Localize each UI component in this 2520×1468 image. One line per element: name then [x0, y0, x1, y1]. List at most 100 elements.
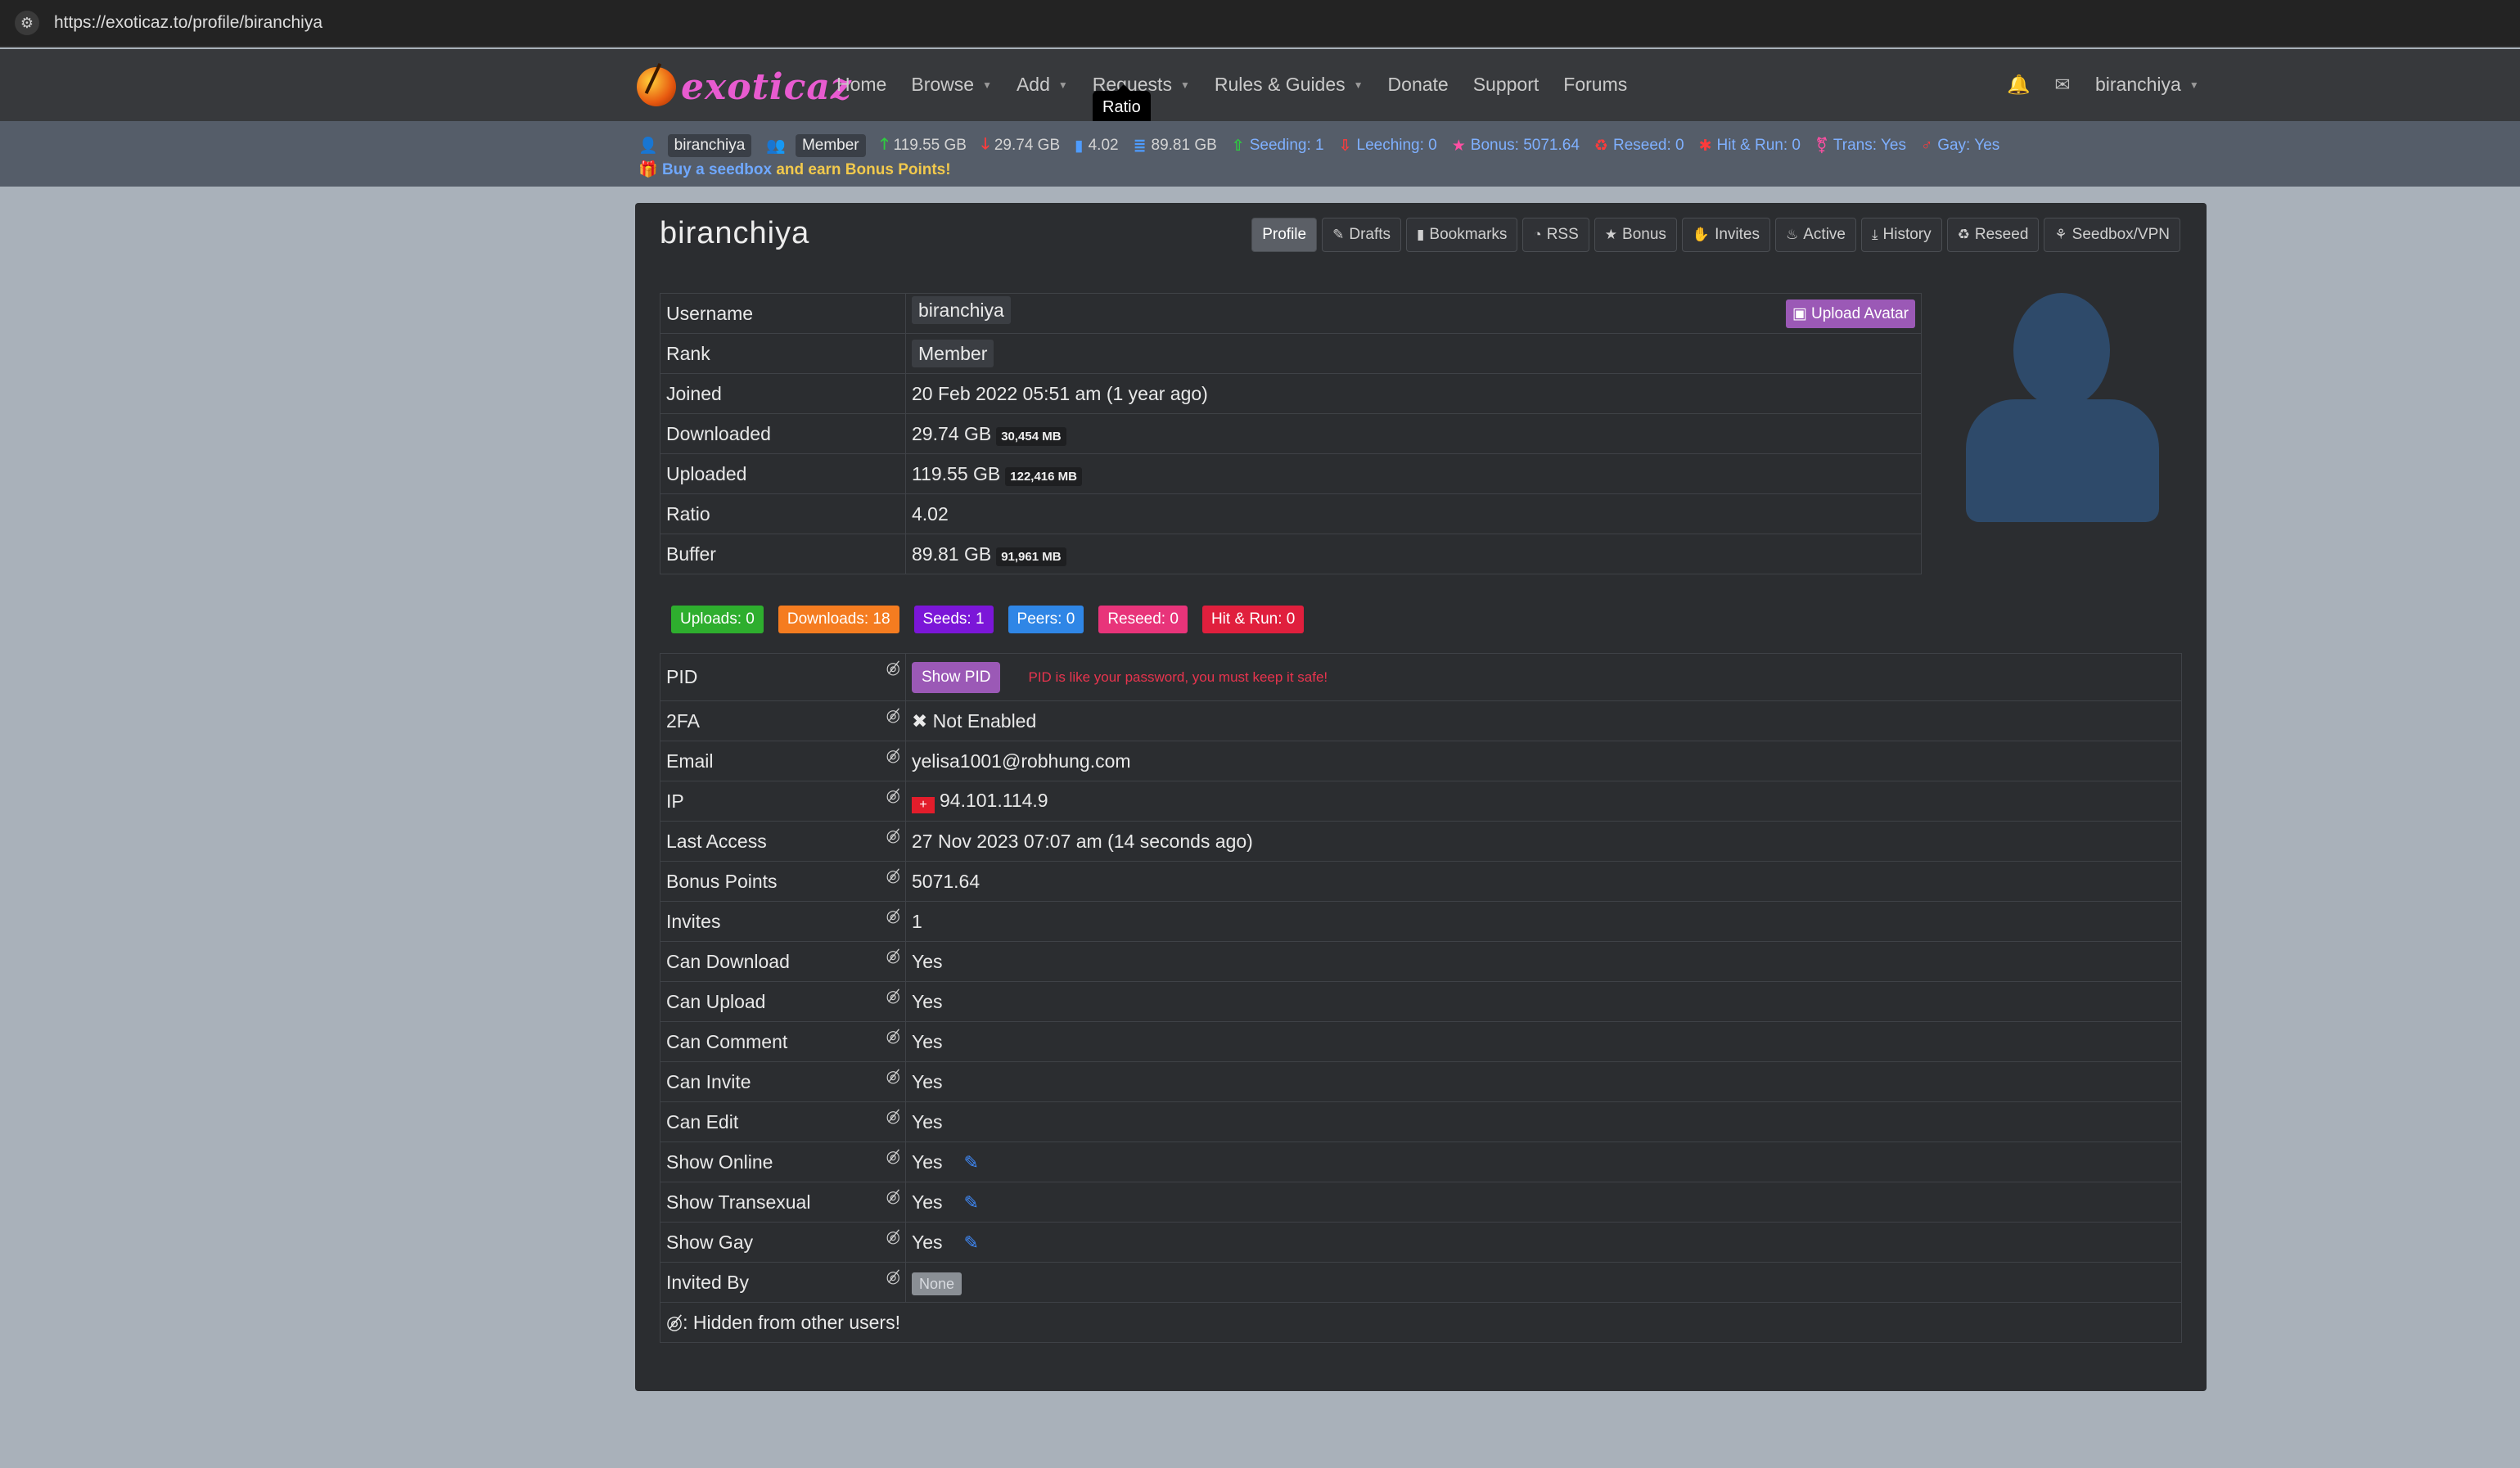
profile-info-table: Username biranchiya ▣ Upload Avatar Rank… [660, 293, 1922, 574]
row-key: Invited By ◎̸ [660, 1262, 906, 1303]
seedbox-link[interactable]: Buy a seedbox [662, 161, 772, 178]
mb-badge: 122,416 MB [1005, 466, 1082, 486]
tab-reseed[interactable]: ♻ Reseed [1946, 218, 2040, 252]
stat-seeding[interactable]: ⇧ Seeding: 1 [1232, 137, 1324, 155]
tab-bookmarks[interactable]: ▮ Bookmarks [1406, 218, 1518, 252]
stat-hitrun[interactable]: ✱ Hit & Run: 0 [1699, 137, 1801, 155]
eye-slash-icon: ◎̸ [886, 1188, 900, 1206]
show-pid-button[interactable]: Show PID [912, 661, 1001, 693]
ratio-tooltip: Ratio [1093, 84, 1151, 124]
table-row: Rank Member [660, 333, 1922, 374]
tab-bonus[interactable]: ★ Bonus [1594, 218, 1677, 252]
nav-home[interactable]: Home [836, 74, 886, 96]
eye-slash-icon: ◎̸ [886, 747, 900, 765]
tab-seedbox-vpn[interactable]: ⚘ Seedbox/VPN [2044, 218, 2180, 252]
nav-browse[interactable]: Browse ▼ [911, 74, 992, 96]
transgender-icon: ⚧ [1814, 137, 1828, 155]
tab-profile[interactable]: Profile [1251, 218, 1318, 252]
edit-icon[interactable]: ✎ [964, 1152, 979, 1173]
nav-support[interactable]: Support [1473, 74, 1539, 96]
chevron-down-icon: ▼ [1353, 79, 1364, 91]
table-row: Buffer 89.81 GB 91,961 MB [660, 534, 1922, 574]
handshake-icon: ✋ [1692, 227, 1711, 242]
nav-username[interactable]: biranchiya [2095, 74, 2181, 96]
nav-donate[interactable]: Donate [1388, 74, 1449, 96]
site-logo[interactable]: exoticaz [637, 65, 852, 108]
row-value: 119.55 GB 122,416 MB [905, 453, 1922, 494]
eye-slash-icon: ◎̸ [886, 787, 900, 805]
stat-leeching[interactable]: ⇩ Leeching: 0 [1339, 137, 1437, 155]
table-row: Show Gay ◎̸ Yes ✎ [660, 1222, 2182, 1263]
nav-forums[interactable]: Forums [1563, 74, 1627, 96]
eye-slash-icon: ◎̸ [886, 907, 900, 925]
badge-uploads[interactable]: Uploads: 0 [671, 606, 764, 633]
hit-run-icon: ✱ [1698, 137, 1712, 155]
mars-icon: ♂ [1920, 137, 1933, 154]
nav-rules-guides[interactable]: Rules & Guides ▼ [1215, 74, 1364, 96]
row-key: 2FA ◎̸ [660, 700, 906, 741]
chevron-down-icon: ▼ [1179, 79, 1190, 91]
chevron-down-icon: ▼ [2189, 79, 2199, 91]
mb-badge: 30,454 MB [996, 426, 1066, 446]
stat-user[interactable]: 👤 biranchiya [638, 134, 752, 157]
row-key: Buffer [660, 534, 906, 574]
logo-text: exoticaz [681, 65, 852, 108]
row-value: ✖ Not Enabled [905, 700, 2182, 741]
stat-uploaded: 🡑 119.55 GB [881, 133, 967, 159]
eye-slash-icon: ◎̸ [886, 827, 900, 845]
upload-avatar-button[interactable]: ▣ Upload Avatar [1785, 299, 1915, 328]
edit-icon[interactable]: ✎ [964, 1192, 979, 1213]
nav-add[interactable]: Add ▼ [1017, 74, 1068, 96]
private-info-table: PID ◎̸ Show PID PID is like your password,… [660, 653, 2182, 1343]
row-key: Downloaded [660, 413, 906, 454]
badge-reseed[interactable]: Reseed: 0 [1098, 606, 1188, 633]
stat-bonus[interactable]: ★ Bonus: 5071.64 [1452, 137, 1580, 155]
stat-badges: Uploads: 0 Downloads: 18 Seeds: 1 Peers:… [671, 606, 1305, 633]
table-row: Show Online ◎̸ Yes ✎ [660, 1142, 2182, 1182]
bell-icon[interactable]: 🔔 [2007, 74, 2031, 96]
tab-history[interactable]: ⤓ History [1861, 218, 1942, 252]
row-key: Joined [660, 373, 906, 414]
can-edit-value: Yes [905, 1101, 2182, 1142]
browser-address-bar: ⚙ https://exoticaz.to/profile/biranchiya [0, 0, 2520, 47]
stat-reseed[interactable]: ♻ Reseed: 0 [1594, 137, 1684, 155]
star-icon: ★ [1604, 227, 1618, 242]
edit-icon[interactable]: ✎ [964, 1232, 979, 1253]
row-key: Uploaded [660, 453, 906, 494]
seedbox-promo: 🎁 Buy a seedbox and earn Bonus Points! [638, 161, 951, 178]
url-field[interactable]: https://exoticaz.to/profile/biranchiya [54, 13, 322, 33]
stat-gay[interactable]: ♂ Gay: Yes [1921, 137, 1999, 155]
row-value: Yes ✎ [905, 1222, 2182, 1263]
envelope-icon[interactable]: ✉ [2051, 74, 2074, 96]
stat-trans[interactable]: ⚧ Trans: Yes [1815, 137, 1906, 155]
nav-user-area: 🔔 ✉ biranchiya ▼ [2007, 74, 2199, 96]
pid-warning: PID is like your password, you must keep… [1028, 669, 1328, 685]
tab-active[interactable]: ♨ Active [1775, 218, 1856, 252]
image-icon: ▣ [1792, 304, 1807, 322]
rss-icon: ◔ [1533, 227, 1542, 242]
edit-icon: ✎ [1332, 227, 1345, 242]
table-row: IP ◎̸ +94.101.114.9 [660, 781, 2182, 822]
row-key: PID ◎̸ [660, 653, 906, 701]
avatar-head [2013, 293, 2110, 408]
tab-rss[interactable]: ◔ RSS [1522, 218, 1589, 252]
tab-invites[interactable]: ✋ Invites [1681, 218, 1770, 252]
eye-slash-icon: ◎̸ [886, 1028, 900, 1046]
tab-drafts[interactable]: ✎ Drafts [1322, 218, 1402, 252]
invites-value: 1 [905, 901, 2182, 942]
row-value: biranchiya ▣ Upload Avatar [905, 293, 1922, 334]
badge-downloads[interactable]: Downloads: 18 [778, 606, 899, 633]
bonus-value: 5071.64 [905, 861, 2182, 902]
table-row: PID ◎̸ Show PID PID is like your password,… [660, 653, 2182, 701]
badge-peers[interactable]: Peers: 0 [1008, 606, 1084, 633]
site-navbar: exoticaz Home Browse ▼ Add ▼ Requests ▼ Rul… [0, 49, 2520, 121]
table-row: Username biranchiya ▣ Upload Avatar [660, 293, 1922, 334]
badge-seeds[interactable]: Seeds: 1 [913, 606, 994, 633]
table-row: Downloaded 29.74 GB 30,454 MB [660, 413, 1922, 454]
mb-badge: 91,961 MB [996, 547, 1066, 566]
badge-hit-run[interactable]: Hit & Run: 0 [1201, 606, 1305, 633]
recycle-icon: ♻ [1957, 227, 1970, 242]
site-settings-icon[interactable]: ⚙ [15, 11, 39, 35]
page-title: biranchiya [660, 216, 810, 250]
table-row: Can Upload ◎̸ Yes [660, 981, 2182, 1022]
